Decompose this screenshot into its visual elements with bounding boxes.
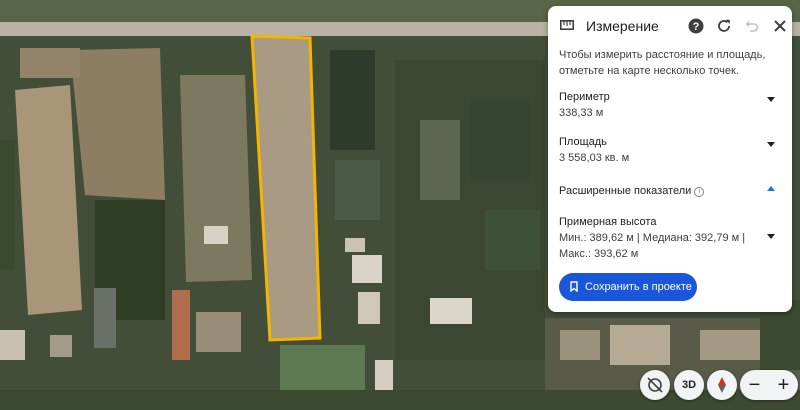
refresh-button[interactable] <box>714 16 734 36</box>
field <box>70 48 165 200</box>
advanced-metrics-toggle[interactable]: Расширенные показатели i <box>559 181 781 199</box>
bookmark-icon <box>570 281 578 292</box>
zoom-out-button[interactable]: − <box>740 370 769 400</box>
chevron-up-icon <box>767 186 775 191</box>
undo-icon <box>745 21 759 32</box>
building <box>430 298 472 324</box>
building <box>94 288 116 348</box>
elevation-section[interactable]: Примерная высота Мин.: 389,62 м | Медиан… <box>559 214 781 264</box>
building <box>172 290 190 360</box>
building <box>196 312 241 352</box>
area-section[interactable]: Площадь 3 558,03 кв. м <box>559 134 781 168</box>
elevation-label: Примерная высота <box>559 216 657 228</box>
advanced-label: Расширенные показатели <box>559 185 692 197</box>
undo-button[interactable] <box>742 16 762 36</box>
panel-header: Измерение ? <box>548 6 792 46</box>
building <box>352 255 382 283</box>
svg-text:?: ? <box>693 21 700 33</box>
perimeter-section[interactable]: Периметр 338,33 м <box>559 89 781 123</box>
zoom-control: − + <box>740 370 798 400</box>
3d-toggle-button[interactable]: 3D <box>674 370 704 400</box>
area-label: Площадь <box>559 136 607 148</box>
refresh-icon <box>718 19 730 32</box>
elevation-values-line1: Мин.: 389,62 м | Медиана: 392,79 м | <box>559 232 746 244</box>
rotate-button[interactable] <box>640 370 670 400</box>
close-icon <box>774 20 786 32</box>
3d-label: 3D <box>681 379 697 391</box>
compass-button[interactable] <box>707 370 737 400</box>
save-label: Сохранить в проекте <box>585 281 692 293</box>
perimeter-label: Периметр <box>559 91 610 103</box>
area-value: 3 558,03 кв. м <box>559 152 630 164</box>
chevron-down-icon <box>767 142 775 147</box>
help-button[interactable]: ? <box>686 16 706 36</box>
chevron-down-icon <box>767 97 775 102</box>
building <box>358 292 380 324</box>
perimeter-value: 338,33 м <box>559 107 604 119</box>
rotate-icon <box>647 377 663 393</box>
compass-icon <box>718 377 726 393</box>
save-to-project-button[interactable]: Сохранить в проекте <box>559 273 697 301</box>
close-button[interactable] <box>770 16 790 36</box>
chevron-down-icon <box>767 234 775 239</box>
elevation-values-line2: Макс.: 393,62 м <box>559 248 639 260</box>
zoom-in-button[interactable]: + <box>769 370 798 400</box>
building <box>204 226 228 244</box>
ruler-icon <box>560 20 574 30</box>
info-icon[interactable]: i <box>694 187 705 197</box>
field <box>180 75 252 282</box>
panel-title: Измерение <box>586 18 659 34</box>
measure-panel: Измерение ? Чтобы измерить расстояние и … <box>548 6 792 312</box>
help-icon: ? <box>688 18 704 34</box>
panel-description: Чтобы измерить расстояние и площадь, отм… <box>559 49 766 77</box>
